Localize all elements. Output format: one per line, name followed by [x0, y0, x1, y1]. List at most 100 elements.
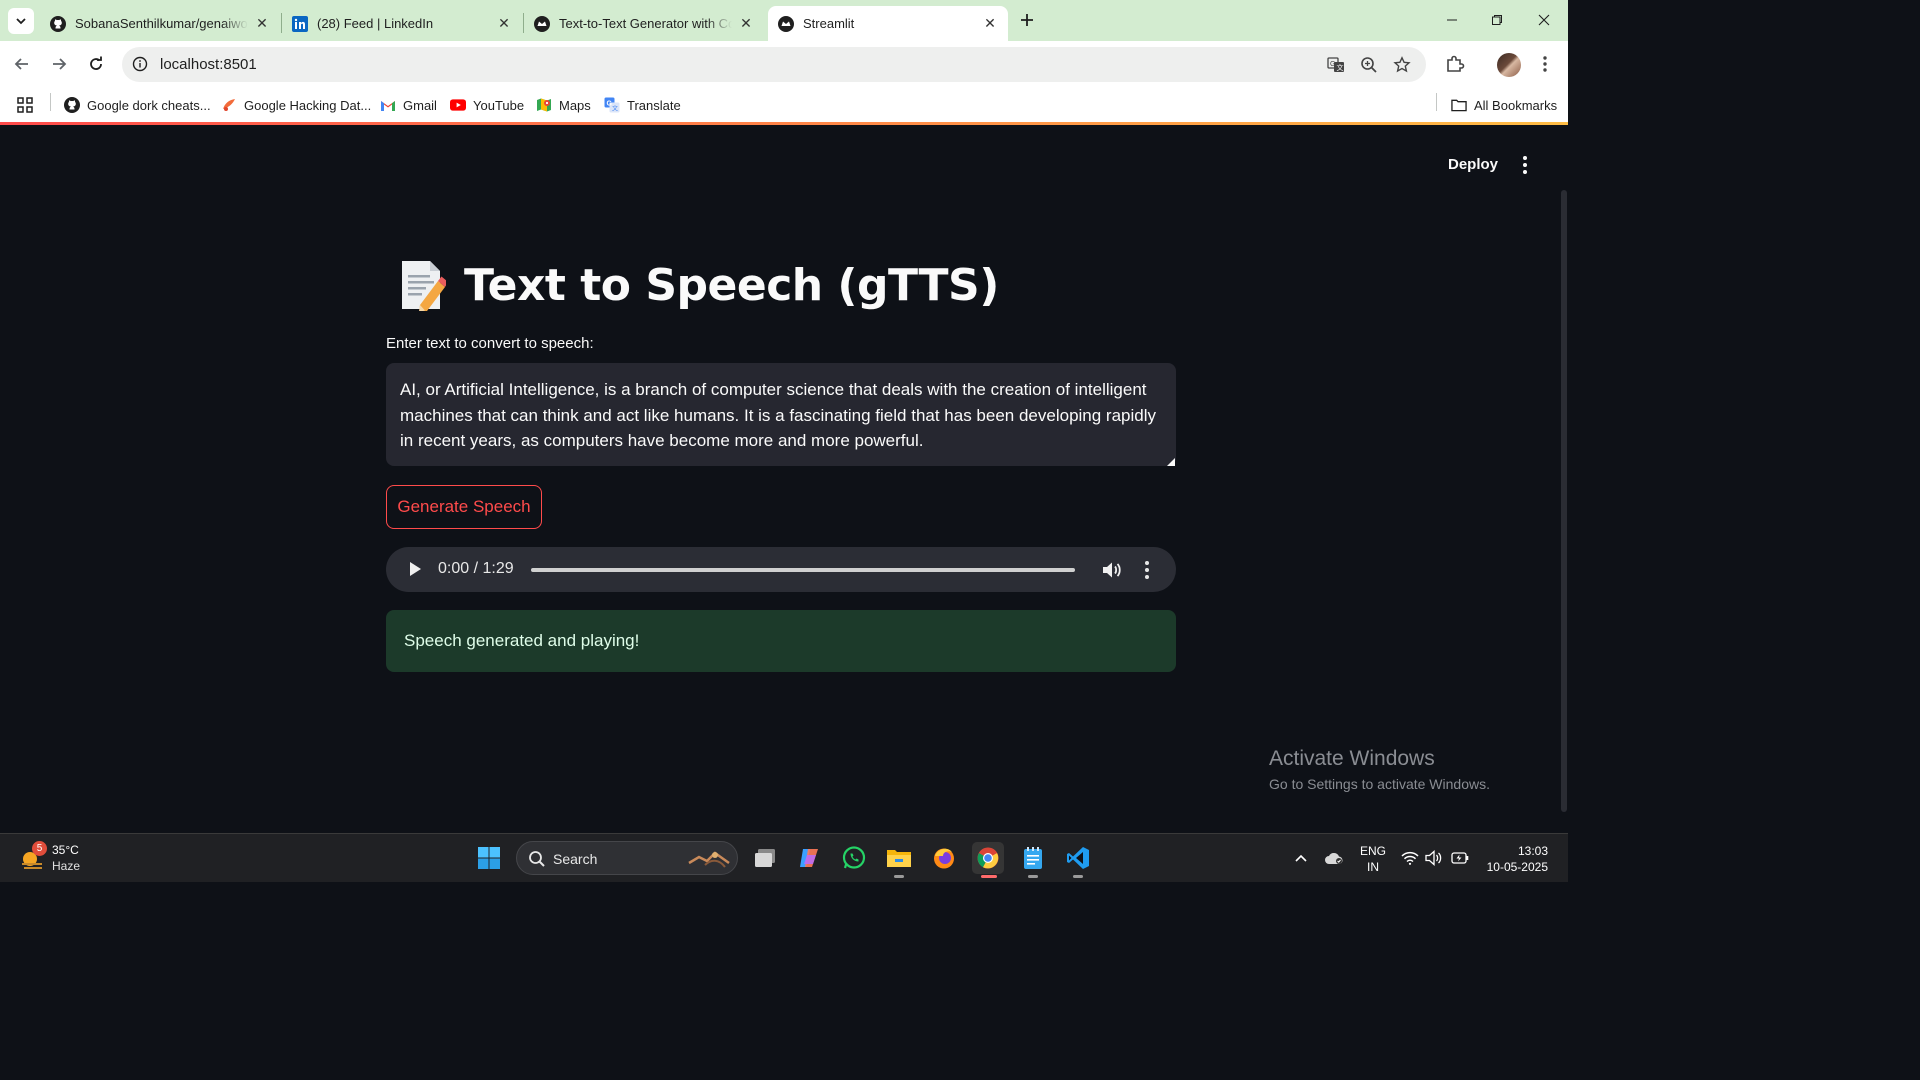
forward-button[interactable]	[47, 52, 71, 76]
bookmark-star-icon[interactable]	[1392, 55, 1412, 75]
apps-button[interactable]	[17, 94, 33, 116]
notepad-button[interactable]	[1017, 842, 1049, 874]
main-menu-button[interactable]	[1515, 153, 1535, 177]
vscode-icon	[1067, 847, 1089, 869]
chrome-button[interactable]	[972, 842, 1004, 874]
tab-label: SobanaSenthilkumar/genaiworkshop	[75, 16, 248, 31]
start-button[interactable]	[473, 842, 505, 874]
audio-player: 0:00 / 1:29	[386, 547, 1176, 592]
svg-text:G: G	[1330, 61, 1335, 68]
bookmark-maps[interactable]: Maps	[536, 94, 591, 116]
activate-windows-watermark: Activate Windows Go to Settings to activ…	[1269, 747, 1490, 792]
tab-label: Text-to-Text Generator with Cohere	[559, 16, 732, 31]
running-indicator	[894, 875, 904, 878]
bookmark-google-hacking[interactable]: Google Hacking Dat...	[221, 94, 371, 116]
weather-badge: 5	[32, 841, 47, 856]
scrollbar[interactable]	[1561, 190, 1567, 812]
reload-button[interactable]	[84, 52, 108, 76]
clock-time: 13:03	[1517, 844, 1548, 858]
show-hidden-icons-button[interactable]	[1292, 848, 1310, 868]
taskbar-search[interactable]: Search	[516, 841, 738, 875]
folder-icon	[887, 850, 911, 867]
page-title: Text to Speech (gTTS)	[464, 259, 999, 311]
resize-handle-icon[interactable]	[1167, 458, 1175, 466]
bookmarks-bar: Google dork cheats... Google Hacking Dat…	[0, 88, 1568, 122]
browser-menu-button[interactable]	[1534, 53, 1556, 75]
copilot-button[interactable]	[793, 842, 825, 874]
new-tab-button[interactable]	[1016, 9, 1038, 31]
notepad-icon	[1024, 847, 1042, 869]
close-icon[interactable]: ✕	[982, 15, 998, 32]
extensions-button[interactable]	[1444, 53, 1466, 75]
all-bookmarks-button[interactable]: All Bookmarks	[1451, 94, 1557, 116]
system-clock[interactable]: 13:03 10-05-2025	[1478, 843, 1548, 875]
close-icon[interactable]: ✕	[496, 15, 512, 32]
translate-page-icon[interactable]: G文	[1326, 55, 1346, 75]
close-window-button[interactable]	[1532, 8, 1556, 32]
menu-dot	[1523, 163, 1527, 167]
play-icon[interactable]	[406, 560, 424, 578]
tab-strip: SobanaSenthilkumar/genaiworkshop ✕ (28) …	[0, 0, 1568, 41]
bookmark-youtube[interactable]: YouTube	[450, 94, 524, 116]
bookmark-translate[interactable]: G文 Translate	[604, 94, 681, 116]
translate-icon: G文	[604, 97, 620, 113]
audio-options-button[interactable]	[1139, 559, 1155, 581]
profile-avatar[interactable]	[1497, 53, 1521, 77]
firefox-icon	[934, 848, 954, 869]
bookmark-gmail[interactable]: Gmail	[380, 94, 437, 116]
region-code: IN	[1367, 860, 1379, 874]
maps-icon	[536, 97, 552, 113]
close-icon[interactable]: ✕	[738, 15, 754, 32]
generate-speech-button[interactable]: Generate Speech	[386, 485, 542, 529]
whatsapp-icon	[842, 846, 866, 869]
tab-cohere-generator[interactable]: Text-to-Text Generator with Cohere ✕	[524, 6, 764, 41]
menu-dot	[1145, 561, 1149, 565]
streamlit-icon	[534, 15, 550, 32]
bookmark-label: Gmail	[403, 97, 437, 113]
wifi-button[interactable]	[1400, 848, 1420, 868]
file-explorer-button[interactable]	[883, 842, 915, 874]
close-icon[interactable]: ✕	[254, 15, 270, 32]
back-button[interactable]	[10, 52, 34, 76]
chrome-icon	[977, 847, 999, 869]
restore-button[interactable]	[1485, 8, 1509, 32]
task-view-button[interactable]	[749, 842, 781, 874]
input-language[interactable]: ENG IN	[1360, 843, 1386, 875]
zoom-icon[interactable]	[1359, 55, 1379, 75]
bookmark-google-dork[interactable]: Google dork cheats...	[64, 94, 211, 116]
tab-streamlit[interactable]: Streamlit ✕	[768, 6, 1008, 41]
url-text[interactable]: localhost:8501	[160, 56, 257, 73]
tab-search-button[interactable]	[8, 8, 34, 34]
gmail-icon	[380, 97, 396, 113]
weather-condition: Haze	[52, 859, 81, 873]
vscode-button[interactable]	[1062, 842, 1094, 874]
temperature: 35°C	[52, 843, 79, 857]
speech-text-input[interactable]: AI, or Artificial Intelligence, is a bra…	[386, 363, 1176, 466]
volume-button[interactable]	[1424, 848, 1444, 868]
battery-charging-icon	[1451, 852, 1469, 864]
chevron-up-icon	[1295, 854, 1307, 862]
streamlit-app: Deploy Text to Speech (gTTS) Enter text …	[0, 125, 1568, 833]
copilot-icon	[800, 849, 818, 867]
weather-widget[interactable]: 5 35°C Haze	[18, 841, 128, 877]
arrow-left-icon	[14, 58, 28, 70]
language-code: ENG	[1360, 844, 1387, 858]
bookmarks-divider	[50, 93, 51, 111]
onedrive-button[interactable]	[1323, 848, 1345, 868]
folder-icon	[1451, 97, 1467, 113]
firefox-button[interactable]	[928, 842, 960, 874]
menu-dot	[1145, 575, 1149, 579]
streamlit-icon	[778, 15, 794, 32]
deploy-button[interactable]: Deploy	[1436, 152, 1510, 177]
chevron-down-icon	[16, 18, 26, 25]
minimize-icon	[1447, 19, 1457, 21]
tab-linkedin[interactable]: (28) Feed | LinkedIn ✕	[282, 6, 522, 41]
volume-icon[interactable]	[1100, 559, 1122, 581]
whatsapp-button[interactable]	[838, 842, 870, 874]
battery-button[interactable]	[1450, 848, 1470, 868]
site-info-icon[interactable]	[132, 56, 148, 72]
tab-github[interactable]: SobanaSenthilkumar/genaiworkshop ✕	[40, 6, 280, 41]
minimize-button[interactable]	[1440, 8, 1464, 32]
address-bar[interactable]: localhost:8501 G文	[122, 47, 1426, 82]
audio-progress-bar[interactable]	[531, 568, 1075, 572]
